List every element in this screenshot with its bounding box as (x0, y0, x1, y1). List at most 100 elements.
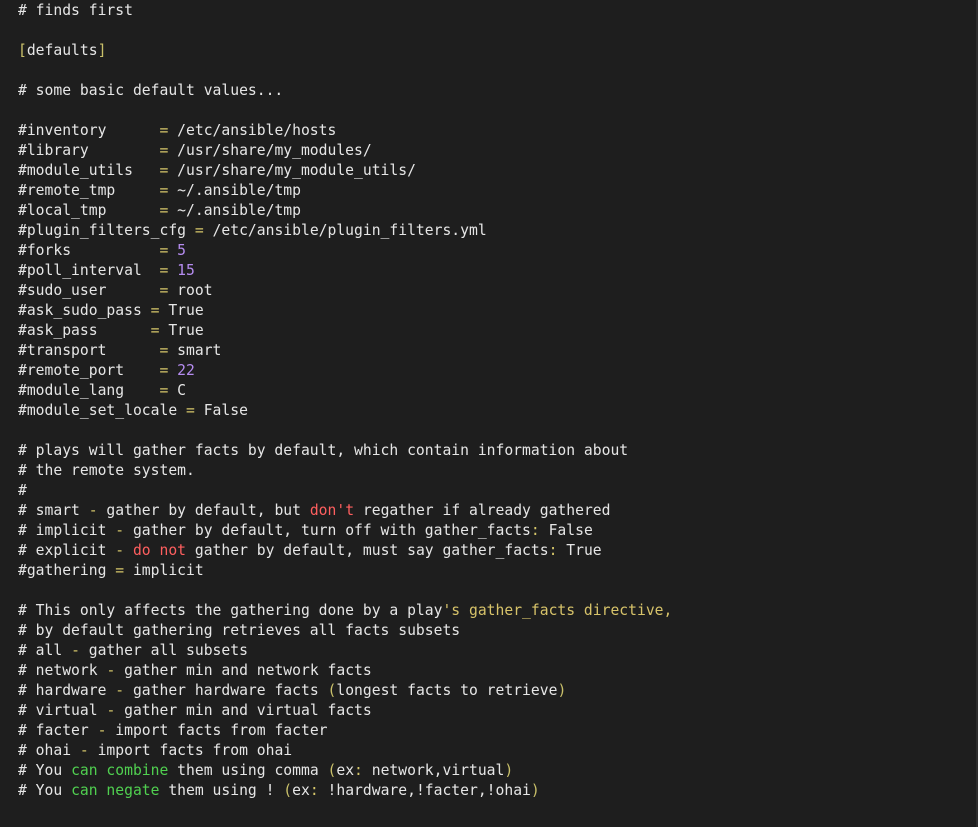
code-token: gather by default, must say gather_facts (186, 542, 549, 559)
code-token: them using comma (168, 762, 328, 779)
code-token: ~/.ansible/tmp (168, 202, 301, 219)
code-token: ) (504, 762, 514, 779)
code-token: = (159, 162, 169, 179)
code-token: # network (18, 662, 107, 679)
code-token: /usr/share/my_module_utils/ (168, 162, 416, 179)
code-token: - (106, 702, 116, 719)
code-token: #ask_pass (18, 322, 151, 339)
code-token: /etc/ansible/hosts (168, 122, 337, 139)
code-token: = (159, 122, 169, 139)
code-line[interactable]: #remote_port = 22 (18, 361, 672, 381)
code-token: # the remote system. (18, 462, 195, 479)
code-token: 5 (177, 242, 187, 259)
code-token: - (79, 742, 89, 759)
code-token: ] (97, 42, 107, 59)
code-token: #module_set_locale (18, 402, 187, 419)
code-token: = (186, 402, 195, 419)
code-token: = (194, 222, 204, 239)
code-line[interactable] (18, 581, 672, 601)
code-line[interactable]: # facter - import facts from facter (18, 721, 672, 741)
code-token: smart (168, 342, 222, 359)
code-line[interactable] (18, 421, 672, 441)
code-token: defaults (26, 42, 98, 59)
code-line[interactable]: #library = /usr/share/my_modules/ (18, 141, 672, 161)
code-line[interactable]: #sudo_user = root (18, 281, 672, 301)
code-token: gather min and virtual facts (115, 702, 372, 719)
code-line[interactable]: # network - gather min and network facts (18, 661, 672, 681)
code-line[interactable]: # all - gather all subsets (18, 641, 672, 661)
code-line[interactable]: #module_utils = /usr/share/my_module_uti… (18, 161, 672, 181)
code-line[interactable]: #plugin_filters_cfg = /etc/ansible/plugi… (18, 221, 672, 241)
code-line[interactable]: #module_set_locale = False (18, 401, 672, 421)
code-token: them using ! (159, 782, 284, 799)
code-token: do not (132, 542, 187, 559)
code-line[interactable]: # explicit - do not gather by default, m… (18, 541, 672, 561)
code-token: - (115, 522, 125, 539)
code-line[interactable]: # finds first (18, 1, 672, 21)
code-token: #remote_port (18, 362, 160, 379)
code-view[interactable]: # finds first [defaults] # some basic defa… (18, 1, 672, 801)
code-editor[interactable]: # finds first [defaults] # some basic defa… (0, 0, 978, 827)
code-line[interactable]: #local_tmp = ~/.ansible/tmp (18, 201, 672, 221)
code-line[interactable]: [defaults] (18, 41, 672, 61)
code-token: don't (309, 502, 355, 519)
code-line[interactable]: # some basic default values... (18, 81, 672, 101)
code-token: = (115, 562, 125, 579)
code-line[interactable]: # smart - gather by default, but don't r… (18, 501, 672, 521)
code-line[interactable] (18, 101, 672, 121)
code-token: #poll_interval (18, 262, 160, 279)
code-line[interactable]: # the remote system. (18, 461, 672, 481)
code-token: # This only affects the gathering done b… (18, 602, 443, 619)
code-token: #forks (18, 242, 160, 259)
code-token: ~/.ansible/tmp (168, 182, 301, 199)
code-line[interactable]: # hardware - gather hardware facts (long… (18, 681, 672, 701)
code-line[interactable] (18, 21, 672, 41)
code-line[interactable]: # ohai - import facts from ohai (18, 741, 672, 761)
code-token: implicit (124, 562, 204, 579)
code-line[interactable]: # You can combine them using comma (ex: … (18, 761, 672, 781)
code-token: : (354, 762, 363, 779)
code-line[interactable]: #inventory = /etc/ansible/hosts (18, 121, 672, 141)
code-line[interactable]: #module_lang = C (18, 381, 672, 401)
code-token: = (159, 362, 169, 379)
code-token: # by default gathering retrieves all fac… (18, 622, 461, 639)
code-token: # smart (18, 502, 89, 519)
code-line[interactable] (18, 61, 672, 81)
code-line[interactable]: # by default gathering retrieves all fac… (18, 621, 672, 641)
code-token: = (159, 202, 169, 219)
code-token: #gathering (18, 562, 116, 579)
code-token: - (115, 682, 125, 699)
code-token: : (530, 522, 540, 539)
code-token: regather if already gathered (354, 502, 611, 519)
code-token: # You (18, 782, 72, 799)
code-token: /etc/ansible/plugin_filters.yml (203, 222, 487, 239)
code-line[interactable]: #ask_pass = True (18, 321, 672, 341)
code-token: ( (283, 782, 293, 799)
code-token: gather hardware facts (124, 682, 328, 699)
code-line[interactable]: # plays will gather facts by default, wh… (18, 441, 672, 461)
code-line[interactable]: # virtual - gather min and virtual facts (18, 701, 672, 721)
code-token: longest facts to retrieve (336, 682, 558, 699)
code-line[interactable]: #forks = 5 (18, 241, 672, 261)
code-line[interactable]: #transport = smart (18, 341, 672, 361)
code-line[interactable]: # You can negate them using ! (ex: !hard… (18, 781, 672, 801)
code-token: /usr/share/my_modules/ (168, 142, 372, 159)
code-token: import facts from ohai (88, 742, 293, 759)
code-token: = (159, 262, 169, 279)
code-line[interactable]: #gathering = implicit (18, 561, 672, 581)
code-line[interactable]: # (18, 481, 672, 501)
code-token: # implicit (18, 522, 116, 539)
code-token: root (168, 282, 213, 299)
code-token: : (309, 782, 319, 799)
code-line[interactable]: # This only affects the gathering done b… (18, 601, 672, 621)
code-line[interactable]: #remote_tmp = ~/.ansible/tmp (18, 181, 672, 201)
code-line[interactable]: # implicit - gather by default, turn off… (18, 521, 672, 541)
code-token: # facter (18, 722, 98, 739)
code-token: # explicit (18, 542, 116, 559)
code-line[interactable]: #ask_sudo_pass = True (18, 301, 672, 321)
code-line[interactable]: #poll_interval = 15 (18, 261, 672, 281)
code-token: ) (557, 682, 567, 699)
